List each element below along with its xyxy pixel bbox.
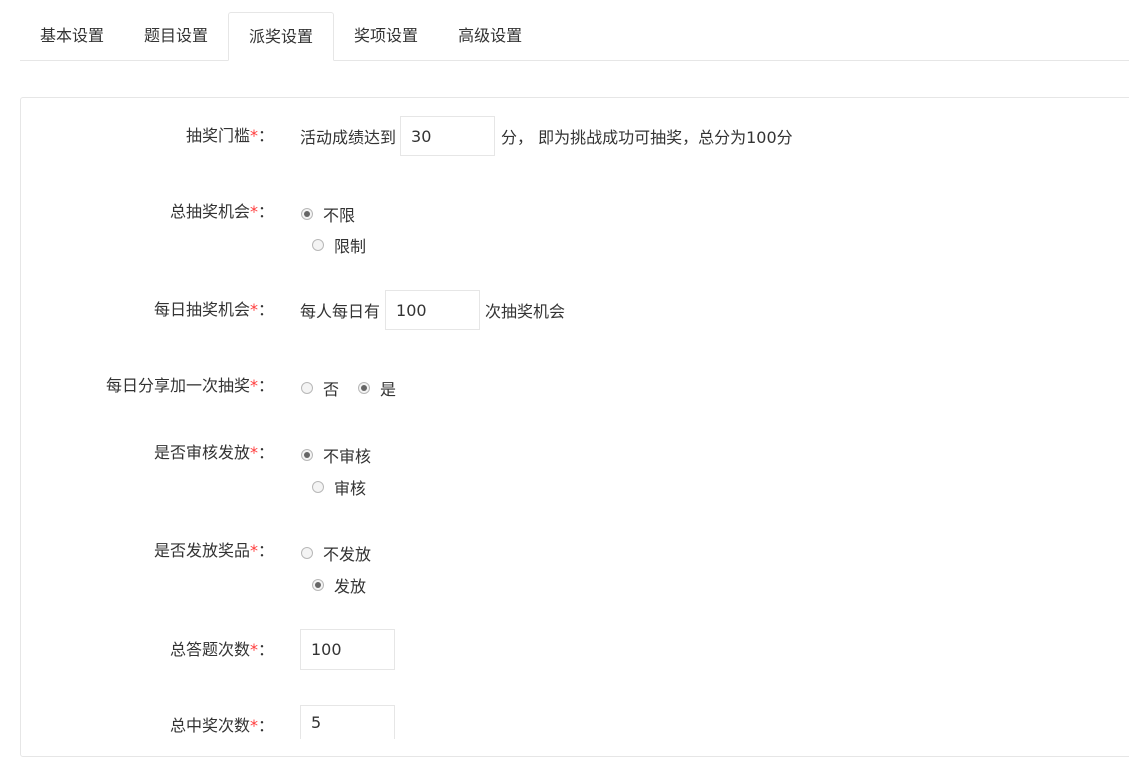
total-answers-label: 总答题次数*： xyxy=(169,640,274,659)
daily-chances-field: 每人每日有 次抽奖机会 xyxy=(300,290,565,330)
radio-checked-icon xyxy=(301,449,313,461)
radio-unchecked-icon xyxy=(312,239,324,251)
threshold-field: 活动成绩达到 分， 即为挑战成功可抽奖，总分为100分 xyxy=(300,116,793,156)
threshold-label: 抽奖门槛*： xyxy=(185,126,274,145)
radio-checked-icon xyxy=(301,208,313,220)
tab-prize-settings[interactable]: 奖项设置 xyxy=(334,12,438,60)
review-label: 是否审核发放*： xyxy=(153,443,274,462)
daily-share-yes-radio[interactable]: 是 xyxy=(358,376,396,400)
total-chances-label: 总抽奖机会*： xyxy=(169,202,274,221)
prize-delivery-label: 是否发放奖品*： xyxy=(153,541,274,560)
prize-delivery-yes-radio[interactable]: 发放 xyxy=(312,573,366,597)
total-wins-input[interactable] xyxy=(300,705,395,739)
total-wins-label: 总中奖次数*： xyxy=(169,716,274,735)
radio-label: 不发放 xyxy=(323,545,372,564)
radio-unchecked-icon xyxy=(301,547,313,559)
radio-label: 不审核 xyxy=(323,447,372,466)
total-wins-field xyxy=(300,705,395,739)
tab-award-settings[interactable]: 派奖设置 xyxy=(228,12,335,61)
daily-share-no-radio[interactable]: 否 xyxy=(301,376,339,400)
daily-chances-prefix: 每人每日有 xyxy=(300,302,381,321)
radio-label: 发放 xyxy=(334,577,367,596)
radio-label: 不限 xyxy=(323,206,356,225)
total-chances-limited-radio[interactable]: 限制 xyxy=(312,233,366,257)
total-chances-unlimited-radio[interactable]: 不限 xyxy=(301,202,355,226)
radio-label: 限制 xyxy=(334,237,367,256)
review-yes-radio[interactable]: 审核 xyxy=(312,475,366,499)
threshold-prefix: 活动成绩达到 xyxy=(300,128,397,147)
radio-unchecked-icon xyxy=(301,382,313,394)
radio-unchecked-icon xyxy=(312,481,324,493)
daily-share-label: 每日分享加一次抽奖*： xyxy=(105,376,274,395)
daily-chances-label: 每日抽奖机会*： xyxy=(153,300,274,319)
tab-bar: 基本设置 题目设置 派奖设置 奖项设置 高级设置 xyxy=(20,12,1129,61)
daily-chances-input[interactable] xyxy=(385,290,481,330)
daily-chances-suffix: 次抽奖机会 xyxy=(485,302,566,321)
total-answers-input[interactable] xyxy=(300,629,395,670)
radio-label: 否 xyxy=(323,380,340,399)
threshold-input[interactable] xyxy=(400,116,496,156)
total-answers-field xyxy=(300,629,395,670)
prize-delivery-no-radio[interactable]: 不发放 xyxy=(301,541,371,565)
tab-basic-settings[interactable]: 基本设置 xyxy=(20,12,124,60)
tab-advanced-settings[interactable]: 高级设置 xyxy=(438,12,542,60)
radio-checked-icon xyxy=(358,382,370,394)
threshold-suffix: 分， 即为挑战成功可抽奖，总分为100分 xyxy=(501,128,793,147)
review-no-radio[interactable]: 不审核 xyxy=(301,443,371,467)
radio-label: 审核 xyxy=(334,479,367,498)
radio-label: 是 xyxy=(380,380,397,399)
tab-question-settings[interactable]: 题目设置 xyxy=(124,12,228,60)
radio-checked-icon xyxy=(312,579,324,591)
